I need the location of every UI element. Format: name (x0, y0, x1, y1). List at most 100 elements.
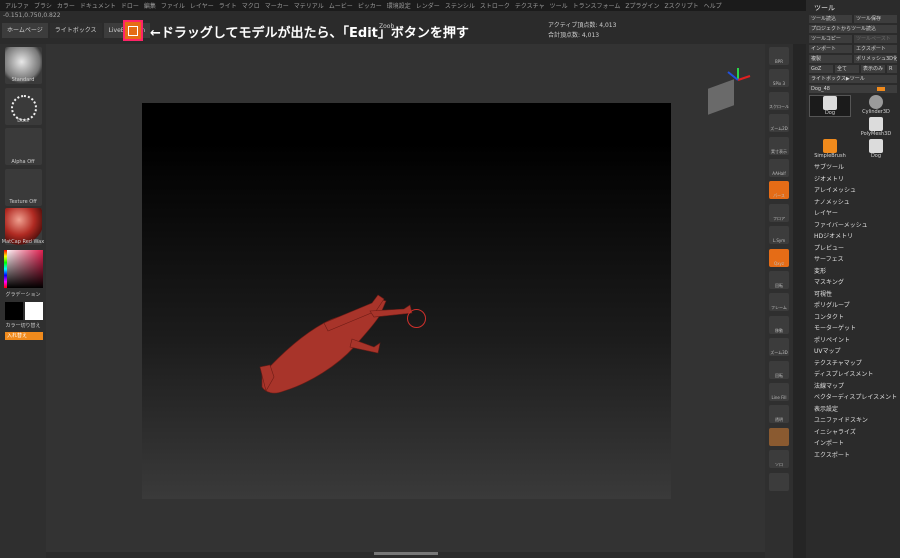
menu-item[interactable]: ムービー (329, 1, 353, 10)
menu-item[interactable]: レンダー (416, 1, 440, 10)
menu-item[interactable]: マクロ (242, 1, 260, 10)
menu-item[interactable]: トランスフォーム (573, 1, 621, 10)
tool-button-row: ライトボックス▶ツール (809, 75, 897, 83)
tool-section-header[interactable]: 変形 (814, 266, 897, 278)
tool-action-button[interactable]: ポリメッシュ3D化 (854, 55, 897, 63)
menu-item[interactable]: ストローク (480, 1, 510, 10)
tool-action-button[interactable]: R (887, 65, 897, 73)
view-tool-label: フレーム (771, 305, 787, 311)
menu-item[interactable]: ドロー (121, 1, 139, 10)
tool-section-header[interactable]: イニシャライズ (814, 427, 897, 439)
tool-action-button[interactable]: ツールコピー (809, 35, 852, 43)
tool-section-header[interactable]: ファイバーメッシュ (814, 220, 897, 232)
tray-divider[interactable] (793, 44, 806, 558)
tool-thumbnail-icon (823, 139, 837, 153)
tool-section-header[interactable]: レイヤー (814, 208, 897, 220)
tool-thumbnail[interactable]: PolyMesh3D (855, 117, 897, 139)
tool-section-header[interactable]: テクスチャマップ (814, 358, 897, 370)
menu-item[interactable]: テクスチャ (515, 1, 545, 10)
menu-item[interactable]: ピッカー (358, 1, 382, 10)
instruction-annotation: ←ドラッグしてモデルが出たら、「Edit」ボタンを押す (150, 26, 469, 41)
secondary-color-swatch[interactable] (5, 302, 23, 320)
tool-action-button[interactable]: 表示のみ (861, 65, 885, 73)
tool-thumbnail-label: Dog (870, 153, 882, 159)
tool-action-button[interactable]: ライトボックス▶ツール (809, 75, 897, 83)
tool-section-header[interactable]: アレイメッシュ (814, 185, 897, 197)
tool-section-header[interactable]: ディスプレイスメント (814, 369, 897, 381)
menu-item[interactable]: 編集 (144, 1, 156, 10)
slider-fill (877, 87, 885, 91)
brush-cursor (407, 309, 426, 328)
menu-item[interactable]: 環境設定 (387, 1, 411, 10)
tool-action-button[interactable]: ツール読込 (809, 15, 852, 23)
tool-section-header[interactable]: UVマップ (814, 346, 897, 358)
tool-section-header[interactable]: ポリペイント (814, 335, 897, 347)
canvas-area[interactable] (142, 103, 671, 499)
tool-button-row: ツールコピー ツールペースト (809, 35, 897, 43)
menu-item[interactable]: ドキュメント (80, 1, 116, 10)
color-picker[interactable] (5, 250, 43, 288)
zoob-label[interactable]: Zoob (379, 23, 394, 30)
edit-button[interactable] (123, 20, 143, 41)
bottom-tray-handle[interactable] (374, 552, 438, 555)
tool-action-button[interactable]: インポート (809, 45, 852, 53)
tool-section-header[interactable]: 法線マップ (814, 381, 897, 393)
tool-section-header[interactable]: ポリグループ (814, 300, 897, 312)
menu-bar: アルファ ブラシ カラー ドキュメント ドロー 編集 ファイル レイヤー ライト マクロ マーカーマ… (0, 0, 900, 11)
menu-item[interactable]: カラー (57, 1, 75, 10)
tool-section-header[interactable]: プレビュー (814, 243, 897, 255)
view-tool-label: ズーム3D (770, 350, 788, 356)
tool-action-button[interactable]: 複製 (809, 55, 852, 63)
menu-item[interactable]: ツール (550, 1, 568, 10)
current-tool-slider[interactable]: Dog_48 (809, 85, 897, 93)
left-shelf: Standard Dots Alpha Off Texture Off MatC… (0, 44, 46, 558)
tool-action-button[interactable]: ツールペースト (854, 35, 897, 43)
tool-thumbnail-label: Dog (824, 110, 836, 116)
menu-item[interactable]: マテリアル (294, 1, 324, 10)
tool-thumbnail[interactable]: Dog (855, 139, 897, 161)
menu-item[interactable]: ファイル (161, 1, 185, 10)
alpha-label: Alpha Off (11, 159, 35, 165)
tool-section-header[interactable]: ベクターディスプレイスメント (814, 392, 897, 404)
tool-thumbnail[interactable]: Cylinder3D (855, 95, 897, 117)
view-tool-button[interactable] (769, 472, 789, 491)
tool-section-header[interactable]: 可視性 (814, 289, 897, 301)
menu-item[interactable]: ブラシ (34, 1, 52, 10)
tool-section-header[interactable]: ユニファイドスキン (814, 415, 897, 427)
menu-item[interactable]: アルファ (5, 1, 29, 10)
menu-item[interactable]: ステンシル (445, 1, 475, 10)
tool-action-button[interactable]: ツール保存 (854, 15, 897, 23)
tool-section-header[interactable]: エクスポート (814, 450, 897, 462)
view-tool-label: 透明 (775, 417, 783, 423)
main-color-swatch[interactable] (25, 302, 43, 320)
menu-item[interactable]: レイヤー (190, 1, 214, 10)
tool-thumbnail-label: Cylinder3D (862, 109, 890, 115)
tool-section-header[interactable]: インポート (814, 438, 897, 450)
tool-thumbnail[interactable]: Dog (809, 95, 851, 117)
menu-item[interactable]: マーカー (265, 1, 289, 10)
view-tool-button[interactable] (769, 427, 789, 446)
tool-section-header[interactable]: サブツール (814, 162, 897, 174)
swap-colors-button[interactable]: 入れ替え (5, 332, 43, 340)
tool-section-header[interactable]: ジオメトリ (814, 174, 897, 186)
tool-action-button[interactable]: エクスポート (854, 45, 897, 53)
menu-item[interactable]: ライト (219, 1, 237, 10)
hue-strip[interactable] (4, 250, 7, 288)
tool-section-header[interactable]: HDジオメトリ (814, 231, 897, 243)
tool-section-header[interactable]: モーターゲット (814, 323, 897, 335)
tool-action-button[interactable]: 全て (835, 65, 859, 73)
tab-lightbox[interactable]: ライトボックス (49, 23, 102, 38)
menu-item[interactable]: Zプラグイン (625, 1, 659, 10)
menu-item[interactable]: Zスクリプト (664, 1, 698, 10)
tool-thumbnail[interactable]: SimpleBrush (809, 139, 851, 161)
tool-section-header[interactable]: サーフェス (814, 254, 897, 266)
tool-section-header[interactable]: マスキング (814, 277, 897, 289)
tool-section-header[interactable]: ナノメッシュ (814, 197, 897, 209)
menu-item[interactable]: ヘルプ (704, 1, 722, 10)
tool-action-button[interactable]: プロジェクトからツール読込 (809, 25, 897, 33)
tab-homepage[interactable]: ホームページ (2, 23, 48, 38)
tool-action-button[interactable]: GoZ (809, 65, 833, 73)
tool-section-header[interactable]: 表示設定 (814, 404, 897, 416)
tool-thumbnail-icon (869, 95, 883, 109)
tool-section-header[interactable]: コンタクト (814, 312, 897, 324)
